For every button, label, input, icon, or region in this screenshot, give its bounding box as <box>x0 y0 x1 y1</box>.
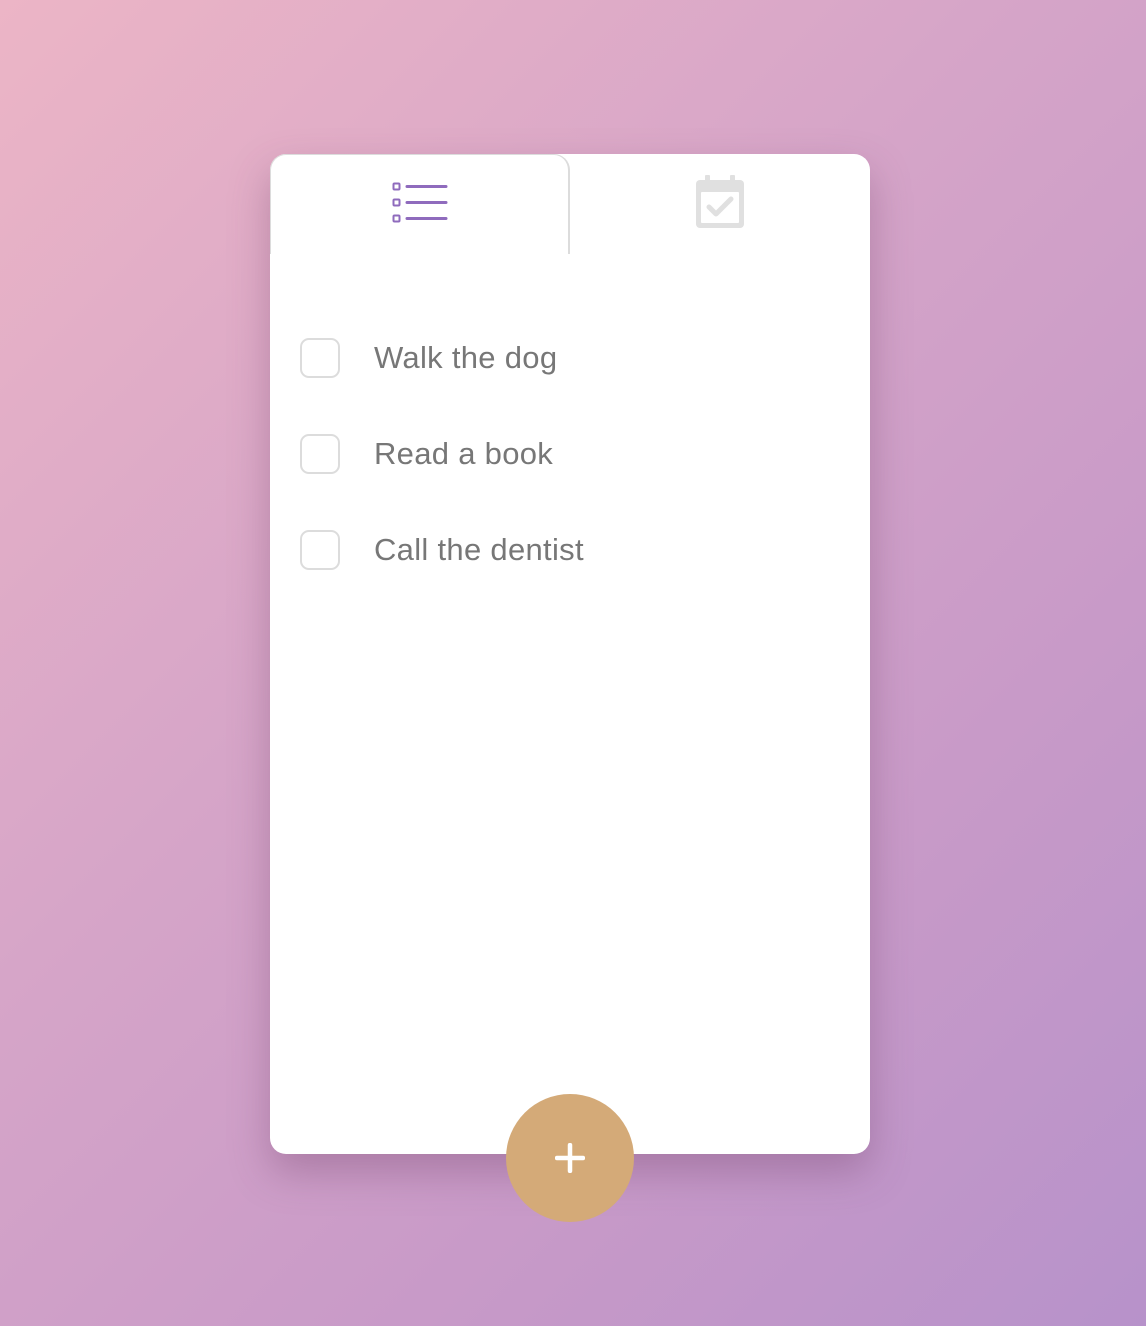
list-icon <box>392 182 447 222</box>
task-checkbox[interactable] <box>300 530 340 570</box>
task-item: Walk the dog <box>300 310 840 406</box>
tab-calendar[interactable] <box>570 154 870 254</box>
task-label: Read a book <box>374 436 554 471</box>
plus-icon <box>555 1143 585 1173</box>
task-item: Read a book <box>300 406 840 502</box>
todo-card: Walk the dog Read a book Call the dentis… <box>270 154 870 1154</box>
task-item: Call the dentist <box>300 502 840 598</box>
tab-bar <box>270 154 870 254</box>
task-label: Walk the dog <box>374 340 558 375</box>
task-checkbox[interactable] <box>300 338 340 378</box>
add-task-button[interactable] <box>506 1094 634 1222</box>
task-label: Call the dentist <box>374 532 584 567</box>
tab-list[interactable] <box>270 154 570 254</box>
task-checkbox[interactable] <box>300 434 340 474</box>
calendar-check-icon <box>696 175 744 228</box>
task-list: Walk the dog Read a book Call the dentis… <box>300 324 840 612</box>
